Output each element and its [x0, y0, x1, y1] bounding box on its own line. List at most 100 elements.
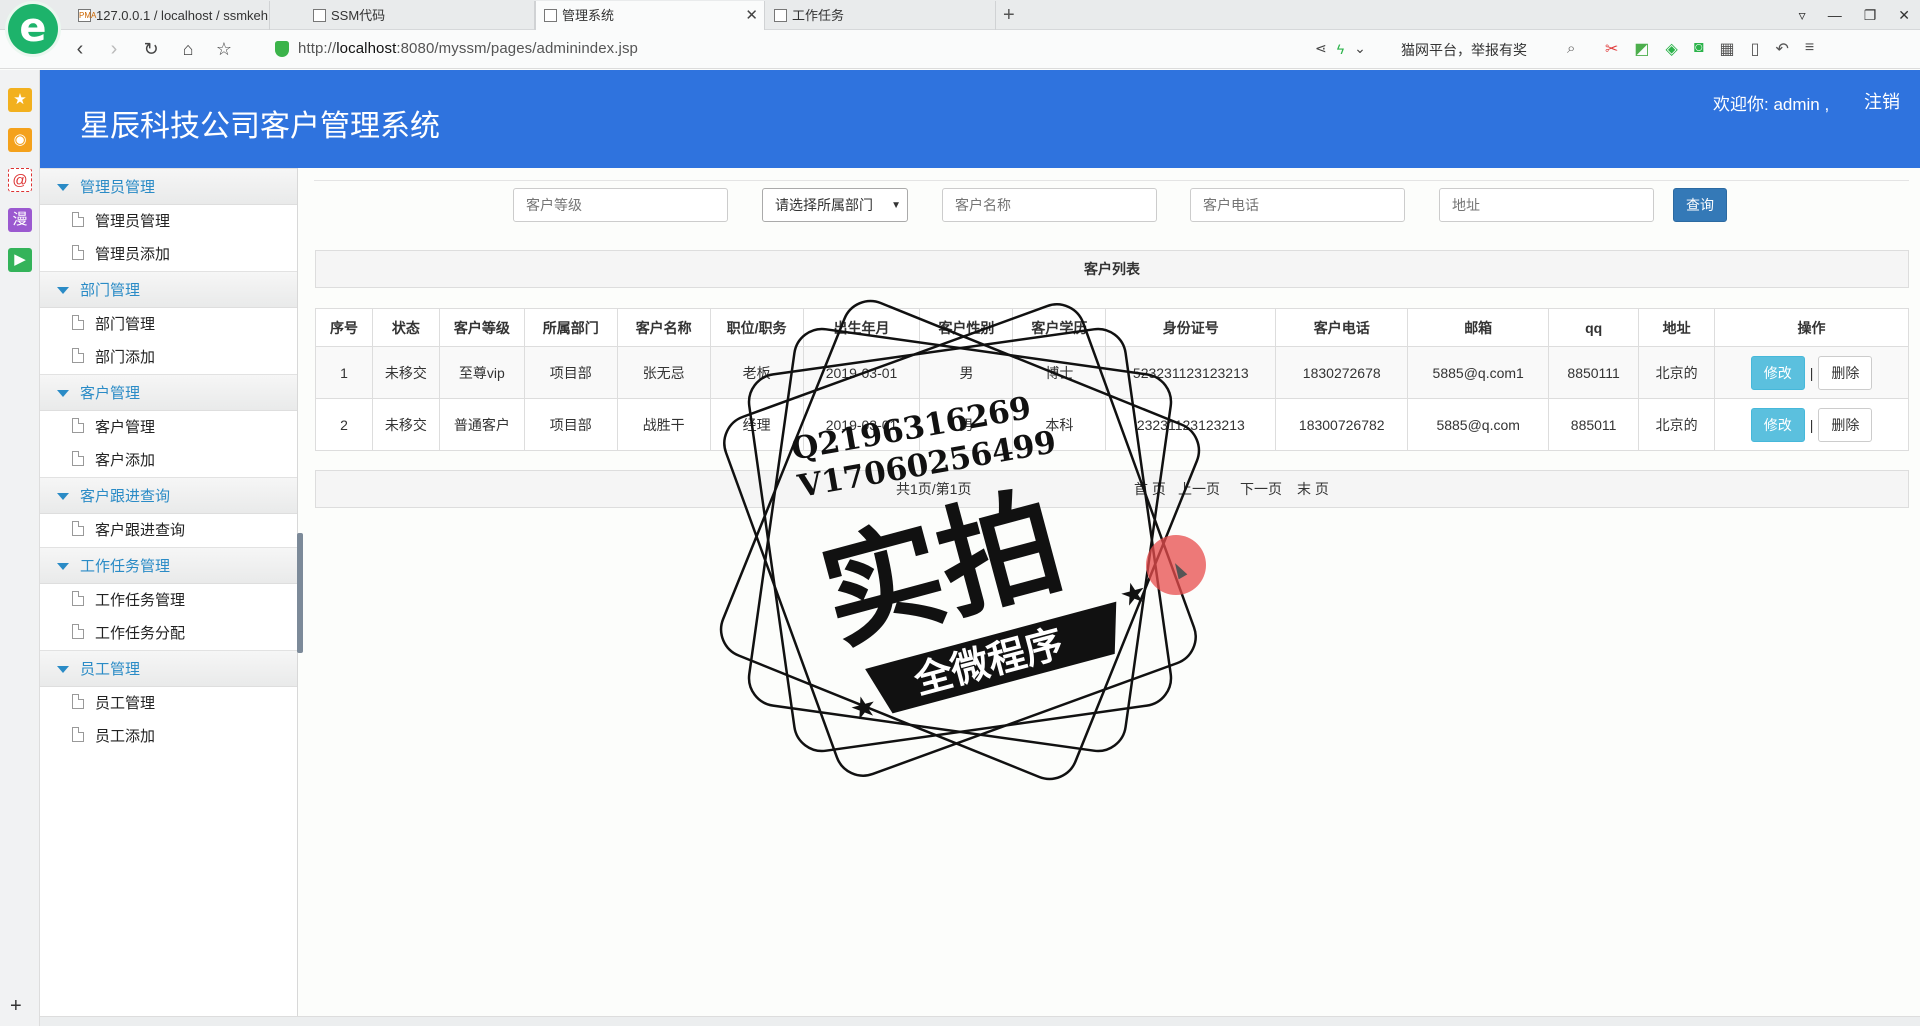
table-cell: 项目部 [523, 346, 618, 399]
restore-icon[interactable]: ❐ [1864, 7, 1877, 24]
column-header: 客户等级 [438, 308, 525, 347]
home-icon[interactable]: ⌂ [176, 37, 200, 61]
menu-item-customer-add[interactable]: 客户添加 [40, 444, 297, 477]
table-cell: 1 [315, 346, 373, 399]
actions-cell: 修改 | 删除 [1714, 398, 1909, 451]
close-window-icon[interactable]: ✕ [1898, 7, 1910, 24]
edit-button[interactable]: 修改 [1750, 407, 1805, 442]
sidebar-splitter-handle[interactable] [297, 533, 303, 653]
forward-icon[interactable]: › [102, 37, 126, 61]
logout-link[interactable]: 注销 [1864, 88, 1900, 114]
app-header: 星辰科技公司客户管理系统 欢迎你: admin , 注销 [40, 70, 1920, 168]
table-cell: 男 [919, 346, 1014, 399]
video-icon[interactable]: ▶ [8, 248, 32, 272]
menu-group-task[interactable]: 工作任务管理 [40, 547, 297, 584]
action-separator: | [1809, 416, 1814, 433]
customer-phone-input[interactable] [1190, 188, 1405, 222]
menu-item-task-assign[interactable]: 工作任务分配 [40, 617, 297, 650]
actions-cell: 修改 | 删除 [1714, 346, 1909, 399]
department-select[interactable]: 请选择所属部门 ▼ [762, 188, 908, 222]
address-input[interactable] [1439, 188, 1654, 222]
add-sidebar-plus-icon[interactable]: + [10, 995, 22, 1018]
favorites-star-icon[interactable]: ★ [8, 88, 32, 112]
browser-tab-work-task[interactable]: 工作任务 [766, 1, 996, 30]
menu-icon[interactable]: ≡ [1805, 39, 1814, 59]
caret-down-icon [57, 287, 69, 294]
menu-item-dept-add[interactable]: 部门添加 [40, 341, 297, 374]
column-header: 客户电话 [1275, 308, 1409, 347]
customer-name-input[interactable] [942, 188, 1157, 222]
new-tab-plus-icon[interactable]: + [1003, 2, 1015, 28]
prev-page-link[interactable]: 上一页 [1178, 471, 1220, 507]
email-at-icon[interactable]: @ [8, 168, 32, 192]
table-cell: 项目部 [523, 398, 618, 451]
next-page-link[interactable]: 下一页 [1240, 471, 1282, 507]
query-button[interactable]: 查询 [1673, 188, 1727, 222]
column-header: 邮箱 [1407, 308, 1550, 347]
browser-tab-phpmyadmin[interactable]: PMA 127.0.0.1 / localhost / ssmkeh [70, 1, 270, 30]
shield-check-icon[interactable]: ◈ [1666, 39, 1678, 59]
browser-tab-ssm-code[interactable]: SSM代码 [305, 1, 535, 30]
column-header: 状态 [371, 308, 440, 347]
table-cell: 北京的 [1638, 398, 1716, 451]
app-title: 星辰科技公司客户管理系统 [80, 110, 440, 143]
undo-icon[interactable]: ↶ [1775, 39, 1788, 59]
weibo-icon[interactable]: ◉ [8, 128, 32, 152]
last-page-link[interactable]: 末 页 [1297, 471, 1329, 507]
delete-button[interactable]: 删除 [1818, 355, 1873, 390]
column-header: 职位/职务 [709, 308, 804, 347]
document-icon [72, 521, 84, 536]
menu-item-employee-manage[interactable]: 员工管理 [40, 687, 297, 720]
document-icon [72, 245, 84, 260]
delete-button[interactable]: 删除 [1818, 407, 1873, 442]
menu-group-admin[interactable]: 管理员管理 [40, 168, 297, 205]
url-input[interactable]: http://localhost:8080/myssm/pages/admini… [298, 40, 638, 57]
document-icon [72, 451, 84, 466]
game-icon[interactable]: ◙ [1694, 39, 1704, 59]
browser-status-bar [40, 1016, 1920, 1026]
column-header: 地址 [1638, 308, 1716, 347]
menu-item-followup-query[interactable]: 客户跟进查询 [40, 514, 297, 547]
shirt-skin-icon[interactable]: ▿ [1799, 7, 1806, 24]
browser-tab-admin-system[interactable]: 管理系统 ✕ [535, 1, 765, 30]
search-icon[interactable]: ⌕ [1567, 40, 1575, 57]
edit-button[interactable]: 修改 [1750, 355, 1805, 390]
menu-item-customer-manage[interactable]: 客户管理 [40, 411, 297, 444]
menu-item-task-manage[interactable]: 工作任务管理 [40, 584, 297, 617]
menu-group-customer[interactable]: 客户管理 [40, 374, 297, 411]
tab-label: 工作任务 [792, 8, 845, 23]
table-cell: 1830272678 [1275, 346, 1409, 399]
comic-icon[interactable]: 漫 [8, 208, 32, 232]
close-tab-icon[interactable]: ✕ [745, 1, 758, 30]
menu-item-employee-add[interactable]: 员工添加 [40, 720, 297, 753]
menu-group-department[interactable]: 部门管理 [40, 271, 297, 308]
menu-group-followup[interactable]: 客户跟进查询 [40, 477, 297, 514]
document-icon [72, 348, 84, 363]
lightning-icon[interactable]: ϟ [1337, 41, 1344, 57]
star-bookmark-icon[interactable]: ☆ [212, 37, 236, 61]
minimize-icon[interactable]: — [1828, 7, 1842, 23]
divider [314, 180, 1909, 181]
menu-group-employee[interactable]: 员工管理 [40, 650, 297, 687]
table-cell: 885011 [1548, 398, 1640, 451]
extension-icon[interactable]: ◩ [1634, 39, 1649, 59]
apps-grid-icon[interactable]: ▦ [1720, 39, 1735, 59]
scissors-icon[interactable]: ✂ [1605, 39, 1618, 59]
share-icon[interactable]: ⋖ [1315, 40, 1327, 57]
menu-item-admin-manage[interactable]: 管理员管理 [40, 205, 297, 238]
back-icon[interactable]: ‹ [68, 37, 92, 61]
tablet-icon[interactable]: ▯ [1751, 39, 1760, 59]
column-header: 身份证号 [1105, 308, 1277, 347]
column-header: 序号 [315, 308, 373, 347]
customer-level-input[interactable] [513, 188, 728, 222]
search-hint-input[interactable]: 猫网平台，举报有奖 [1401, 40, 1527, 60]
menu-item-admin-add[interactable]: 管理员添加 [40, 238, 297, 271]
column-header: 客户学历 [1012, 308, 1107, 347]
menu-item-dept-manage[interactable]: 部门管理 [40, 308, 297, 341]
first-page-link[interactable]: 首 页 [1134, 471, 1166, 507]
table-cell: 老板 [709, 346, 804, 399]
table-cell: 普通客户 [438, 398, 525, 451]
chevron-down-icon[interactable]: ⌄ [1354, 40, 1366, 57]
table-cell: 5885@q.com1 [1407, 346, 1550, 399]
refresh-icon[interactable]: ↻ [139, 37, 163, 61]
